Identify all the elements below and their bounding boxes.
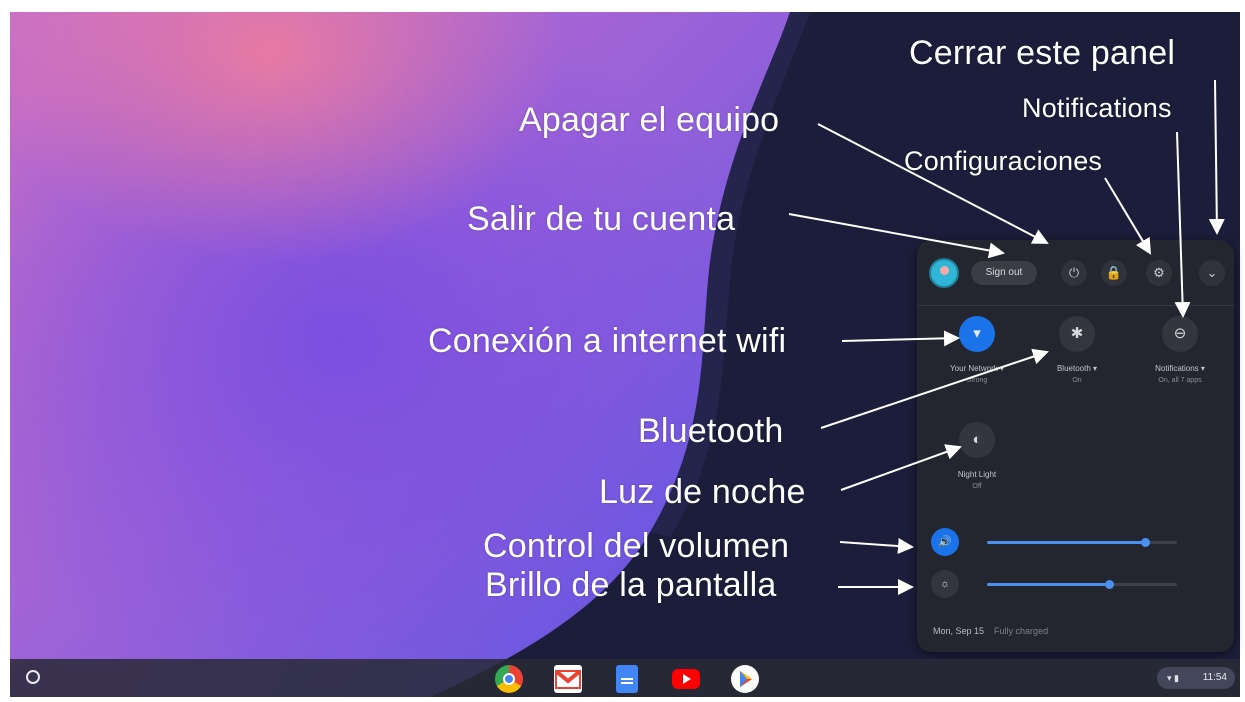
- brightness-slider[interactable]: [987, 580, 1177, 589]
- volume-slider-fill: [987, 541, 1145, 544]
- quick-settings-panel: Sign out ⏻ 🔒 ⚙ ⌄ ▾ Your Network ▾ Strong…: [917, 240, 1234, 652]
- status-area[interactable]: ▾ ▮ 11:54: [1157, 667, 1235, 689]
- sign-out-button[interactable]: Sign out: [971, 261, 1037, 285]
- tile-night-light[interactable]: ◐ Night Light Off: [932, 422, 1022, 490]
- footer-date[interactable]: Mon, Sep 15: [933, 626, 984, 636]
- tile-notifications-label: Notifications ▾: [1155, 364, 1205, 373]
- youtube-icon[interactable]: [672, 669, 700, 689]
- tile-bluetooth-label: Bluetooth ▾: [1056, 364, 1098, 373]
- label-power-off: Apagar el equipo: [519, 101, 780, 139]
- avatar[interactable]: [929, 258, 959, 288]
- volume-icon[interactable]: 🔊: [931, 528, 959, 556]
- label-wifi: Conexión a internet wifi: [428, 322, 787, 360]
- volume-slider-thumb[interactable]: [1140, 538, 1150, 547]
- volume-slider[interactable]: [987, 538, 1177, 547]
- gmail-icon[interactable]: [554, 665, 582, 693]
- brightness-row: ☼: [931, 570, 1221, 600]
- docs-icon[interactable]: [616, 665, 638, 693]
- settings-gear-icon[interactable]: ⚙: [1146, 260, 1172, 286]
- collapse-chevron-icon[interactable]: ⌄: [1199, 260, 1225, 286]
- panel-top-row: Sign out ⏻ 🔒 ⚙ ⌄: [917, 240, 1234, 306]
- label-brightness: Brillo de la pantalla: [485, 566, 777, 604]
- bluetooth-icon[interactable]: ✱: [1059, 316, 1095, 352]
- do-not-disturb-icon[interactable]: ⊖: [1162, 316, 1198, 352]
- play-store-icon[interactable]: [731, 665, 759, 693]
- brightness-slider-fill: [987, 583, 1109, 586]
- tile-wifi[interactable]: ▾ Your Network ▾ Strong: [932, 316, 1022, 384]
- wifi-icon[interactable]: ▾: [959, 316, 995, 352]
- status-icons: ▾ ▮: [1167, 673, 1179, 683]
- night-light-icon[interactable]: ◐: [959, 422, 995, 458]
- tile-wifi-sub: Strong: [966, 377, 988, 384]
- tile-bluetooth[interactable]: ✱ Bluetooth ▾ On: [1032, 316, 1122, 384]
- label-close-panel: Cerrar este panel: [909, 34, 1176, 72]
- chrome-icon[interactable]: [495, 665, 523, 693]
- brightness-slider-thumb[interactable]: [1104, 580, 1114, 589]
- tile-notifications-sub: On, all 7 apps: [1158, 377, 1202, 384]
- shelf: ▾ ▮ 11:54: [10, 659, 1240, 697]
- label-bluetooth: Bluetooth: [638, 412, 784, 450]
- power-icon[interactable]: ⏻: [1061, 260, 1087, 286]
- tile-night-light-sub: Off: [972, 483, 982, 490]
- tile-bluetooth-sub: On: [1072, 377, 1082, 384]
- label-settings: Configuraciones: [904, 146, 1103, 176]
- volume-row: 🔊: [931, 528, 1221, 558]
- label-volume: Control del volumen: [483, 527, 790, 565]
- brightness-icon[interactable]: ☼: [931, 570, 959, 598]
- tile-notifications[interactable]: ⊖ Notifications ▾ On, all 7 apps: [1135, 316, 1225, 384]
- tile-wifi-label: Your Network ▾: [950, 364, 1004, 373]
- label-notifications: Notifications: [1022, 93, 1172, 123]
- tile-night-light-label: Night Light: [957, 470, 997, 479]
- label-sign-out: Salir de tu cuenta: [467, 200, 736, 238]
- clock: 11:54: [1202, 672, 1227, 683]
- label-night-light: Luz de noche: [599, 473, 806, 511]
- lock-icon[interactable]: 🔒: [1101, 260, 1127, 286]
- launcher-icon[interactable]: [26, 670, 40, 684]
- footer-battery-info: Fully charged: [994, 626, 1049, 636]
- panel-footer: Mon, Sep 15 Fully charged: [933, 626, 1048, 636]
